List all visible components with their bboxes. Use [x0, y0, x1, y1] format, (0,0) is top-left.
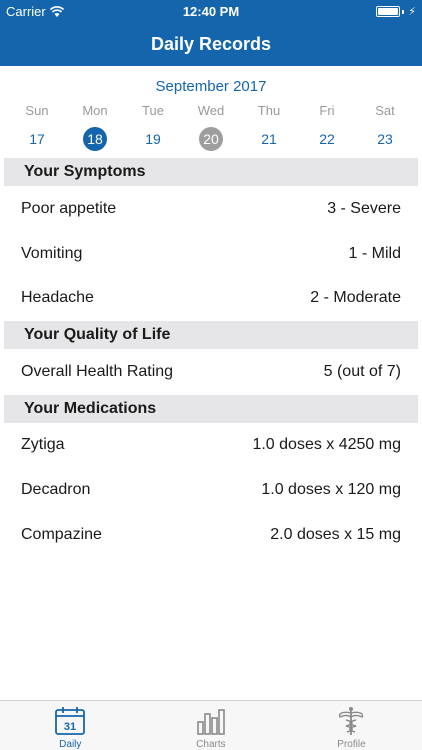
- day-sat[interactable]: Sat 23: [356, 102, 414, 151]
- day-fri[interactable]: Fri 22: [298, 102, 356, 151]
- tab-daily[interactable]: 31 Daily: [0, 701, 141, 750]
- symptom-row[interactable]: Vomiting 1 - Mild: [0, 232, 422, 276]
- day-tue[interactable]: Tue 19: [124, 102, 182, 151]
- day-number-today[interactable]: 20: [199, 127, 223, 151]
- nav-header: Carrier 12:40 PM ⚡ Daily Records: [0, 0, 422, 66]
- day-number[interactable]: 17: [25, 127, 49, 151]
- tab-label: Charts: [196, 739, 226, 750]
- day-name: Tue: [142, 103, 164, 118]
- day-wed[interactable]: Wed 20: [182, 102, 240, 151]
- quality-row[interactable]: Overall Health Rating 5 (out of 7): [0, 350, 422, 394]
- medication-row[interactable]: Zytiga 1.0 doses x 4250 mg: [0, 423, 422, 467]
- tab-charts[interactable]: Charts: [141, 701, 282, 750]
- symptom-row[interactable]: Headache 2 - Moderate: [0, 276, 422, 320]
- day-mon[interactable]: Mon 18: [66, 102, 124, 151]
- battery-indicator: ⚡: [376, 5, 416, 18]
- section-header-quality: Your Quality of Life: [4, 321, 418, 349]
- day-thu[interactable]: Thu 21: [240, 102, 298, 151]
- symptom-value: 2 - Moderate: [310, 289, 401, 306]
- tab-label: Profile: [337, 739, 366, 750]
- symptom-label: Poor appetite: [21, 200, 117, 217]
- medication-value: 2.0 doses x 15 mg: [270, 526, 401, 543]
- page-title: Daily Records: [150, 34, 272, 54]
- status-time: 12:40 PM: [182, 4, 240, 19]
- calendar-icon: 31: [55, 707, 86, 735]
- tab-bar: 31 Daily Charts Profile: [0, 700, 422, 750]
- medication-value: 1.0 doses x 4250 mg: [252, 436, 401, 453]
- calendar-icon-number: 31: [64, 721, 76, 733]
- day-number-selected[interactable]: 18: [83, 127, 107, 151]
- tab-profile[interactable]: Profile: [281, 701, 422, 750]
- status-bar: Carrier 12:40 PM ⚡: [0, 0, 422, 22]
- quality-label: Overall Health Rating: [21, 363, 174, 380]
- medication-label: Zytiga: [21, 436, 65, 453]
- day-number[interactable]: 23: [373, 127, 397, 151]
- bar-chart-icon: [197, 709, 225, 735]
- week-strip: Sun 17 Mon 18 Tue 19 Wed 20 Thu 21 Fri 2…: [8, 102, 414, 151]
- day-number[interactable]: 21: [257, 127, 281, 151]
- caduceus-icon: [339, 707, 364, 735]
- medication-value: 1.0 doses x 120 mg: [261, 481, 401, 498]
- charging-bolt-icon: ⚡: [408, 6, 416, 18]
- symptom-row[interactable]: Poor appetite 3 - Severe: [0, 187, 422, 231]
- day-number[interactable]: 22: [315, 127, 339, 151]
- tab-label: Daily: [59, 739, 82, 750]
- medication-row[interactable]: Decadron 1.0 doses x 120 mg: [0, 468, 422, 512]
- section-header-medications: Your Medications: [4, 395, 418, 423]
- symptom-label: Vomiting: [21, 245, 83, 262]
- battery-icon: [376, 6, 401, 17]
- quality-value: 5 (out of 7): [323, 363, 401, 380]
- symptom-value: 1 - Mild: [348, 245, 401, 262]
- symptom-label: Headache: [21, 289, 94, 306]
- medication-label: Decadron: [21, 481, 91, 498]
- calendar-month: September 2017: [155, 78, 267, 95]
- day-name: Fri: [319, 103, 335, 118]
- day-name: Mon: [82, 103, 108, 118]
- day-name: Wed: [197, 103, 225, 118]
- symptom-value: 3 - Severe: [327, 200, 401, 217]
- day-number[interactable]: 19: [141, 127, 165, 151]
- medication-row[interactable]: Compazine 2.0 doses x 15 mg: [0, 513, 422, 557]
- day-name: Sat: [375, 103, 395, 118]
- day-sun[interactable]: Sun 17: [8, 102, 66, 151]
- section-header-symptoms: Your Symptoms: [4, 158, 418, 186]
- day-name: Sun: [25, 103, 49, 118]
- day-name: Thu: [257, 103, 281, 118]
- week-calendar: September 2017 Sun 17 Mon 18 Tue 19 Wed …: [0, 66, 422, 158]
- medication-label: Compazine: [21, 526, 102, 543]
